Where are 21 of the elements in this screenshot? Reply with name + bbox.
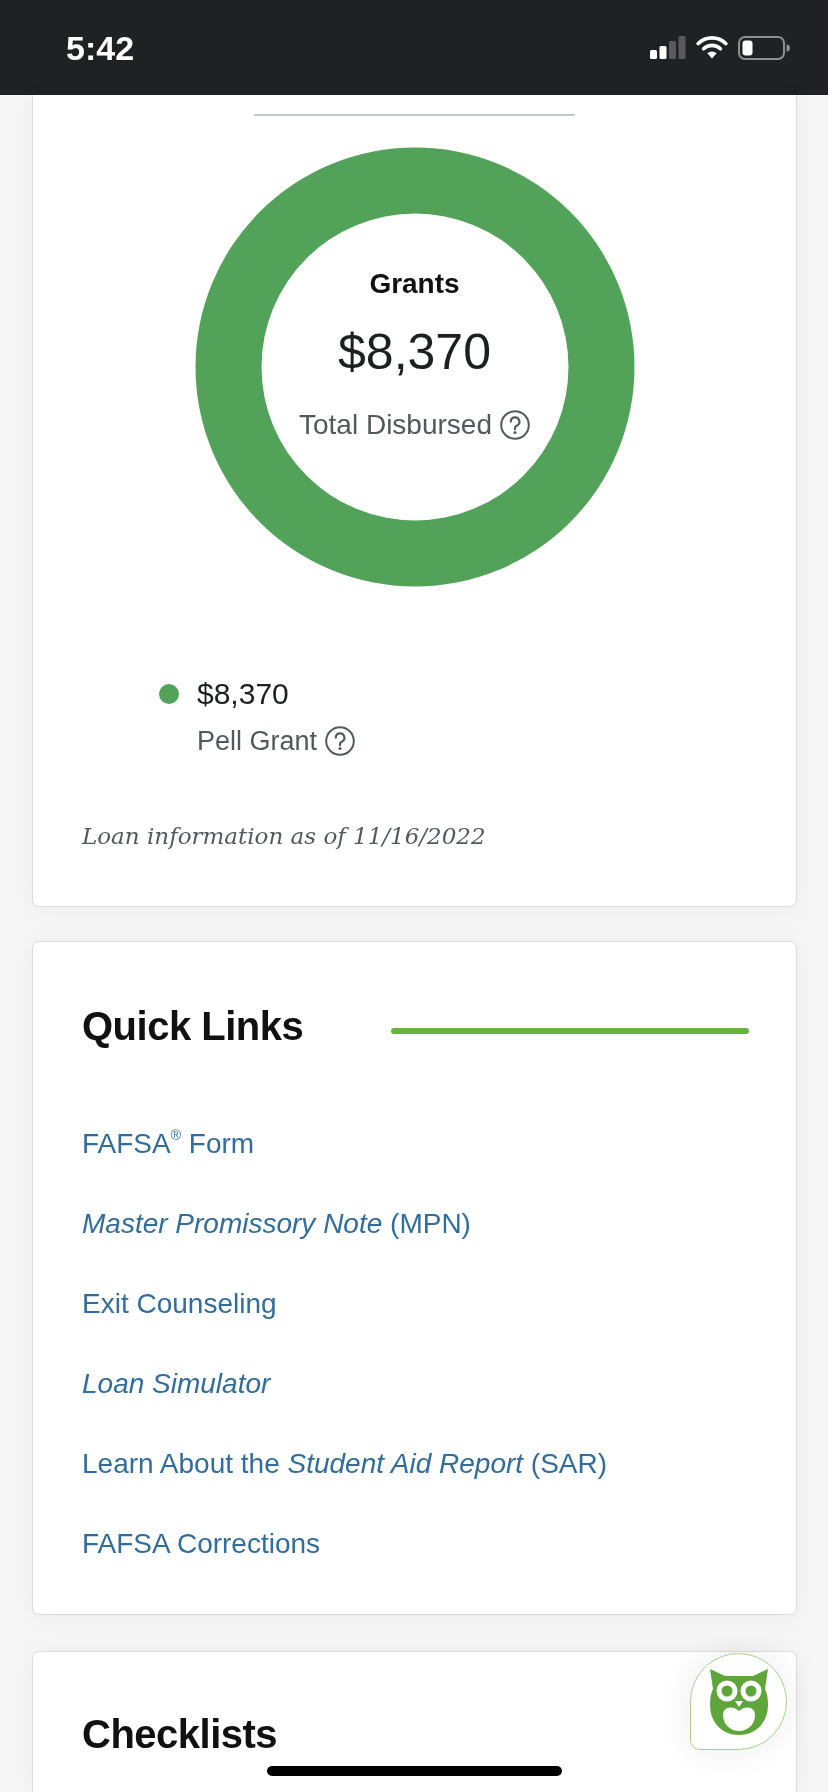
legend-label: Pell Grant bbox=[197, 725, 318, 758]
help-icon[interactable] bbox=[325, 726, 356, 756]
quick-link[interactable]: FAFSA Corrections bbox=[82, 1524, 321, 1564]
legend-amount: $8,370 bbox=[197, 676, 289, 712]
quick-link[interactable]: Exit Counseling bbox=[82, 1284, 277, 1324]
section-title: Quick Links bbox=[82, 1003, 304, 1050]
date-note: Loan information as of 11/16/2022 bbox=[82, 822, 486, 851]
status-time: 5:42 bbox=[66, 27, 135, 68]
help-icon[interactable] bbox=[500, 410, 530, 440]
section-title: Checklists bbox=[82, 1711, 278, 1758]
quick-link[interactable]: Loan Simulator bbox=[82, 1364, 271, 1404]
quick-link[interactable]: FAFSA$^{®}$ Form bbox=[82, 1124, 255, 1164]
quick-link[interactable]: Learn About the Student Aid Report (SAR) bbox=[82, 1444, 608, 1484]
battery-icon bbox=[738, 35, 790, 60]
quick-link[interactable]: Master Promissory Note (MPN) bbox=[82, 1204, 471, 1244]
chart-title: Grants bbox=[369, 267, 460, 301]
wifi-icon bbox=[696, 36, 728, 59]
owl-icon bbox=[707, 1666, 770, 1737]
total-amount: $8,370 bbox=[338, 323, 491, 381]
signal-icon bbox=[650, 36, 686, 59]
total-label: Total Disbursed bbox=[299, 408, 492, 442]
